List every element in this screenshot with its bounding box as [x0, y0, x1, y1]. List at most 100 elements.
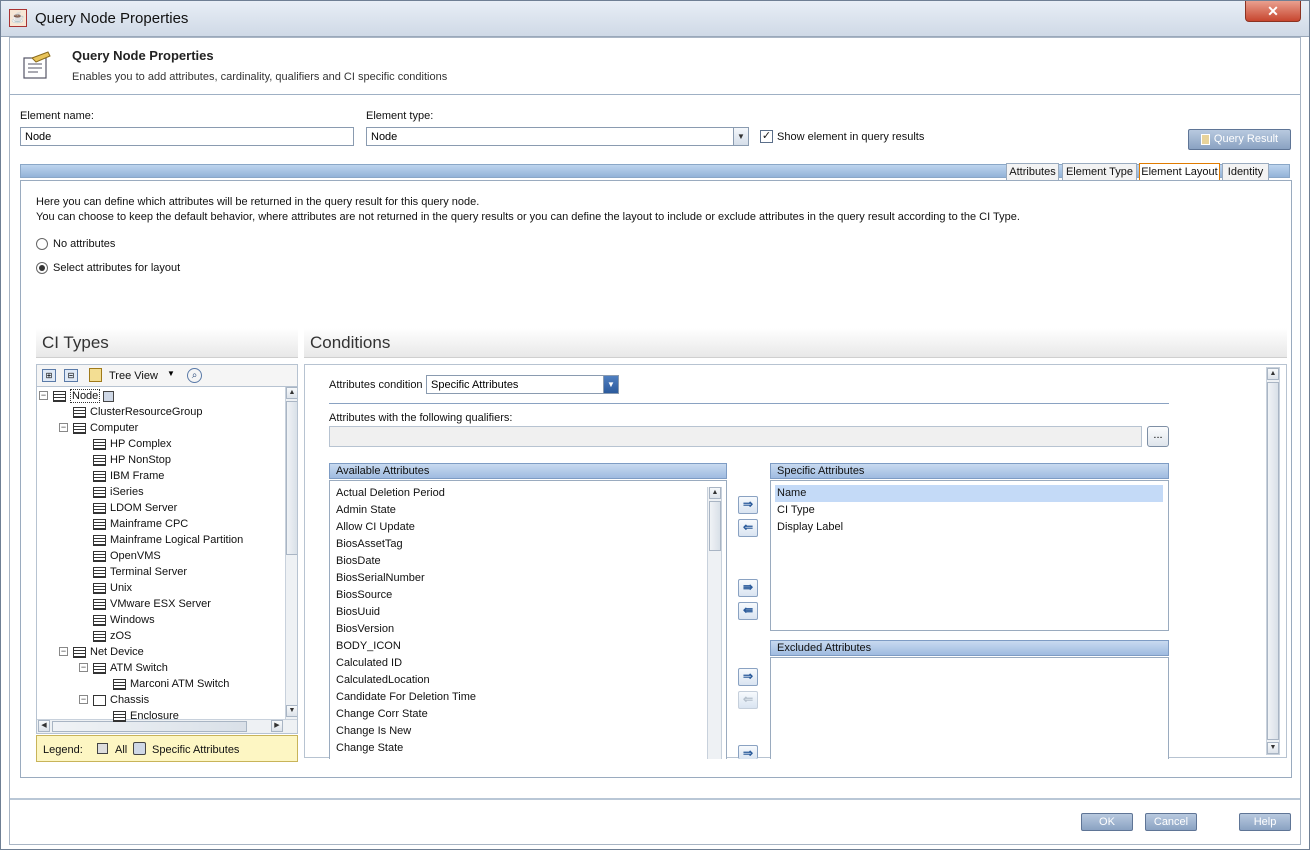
available-attribute-item[interactable]: BiosUuid	[336, 604, 380, 621]
scroll-up-icon[interactable]: ▲	[286, 387, 297, 399]
tree-item[interactable]: zOS	[93, 628, 131, 644]
ci-type-icon	[93, 454, 106, 466]
collapse-all-icon[interactable]: ⊟	[64, 369, 78, 382]
scroll-left-icon[interactable]: ◀	[38, 720, 50, 732]
specific-attribute-item[interactable]: CI Type	[775, 502, 815, 519]
ci-type-icon	[93, 630, 106, 642]
query-result-button[interactable]: Query Result	[1188, 129, 1291, 150]
layout-description-line1: Here you can define which attributes wil…	[36, 196, 480, 208]
tree-item[interactable]: Terminal Server	[93, 564, 187, 580]
no-attributes-radio[interactable]	[36, 238, 48, 250]
close-button[interactable]: ✕	[1245, 1, 1301, 22]
expand-all-icon[interactable]: ⊞	[42, 369, 56, 382]
tree-item[interactable]: iSeries	[93, 484, 144, 500]
available-attribute-item[interactable]: Actual Deletion Period	[336, 485, 445, 502]
tree-item[interactable]: Net Device	[73, 644, 144, 660]
tree-item[interactable]: Marconi ATM Switch	[113, 676, 229, 692]
tab-attributes[interactable]: Attributes	[1006, 163, 1059, 181]
specific-attribute-item[interactable]: Name	[775, 485, 1163, 502]
available-attribute-item[interactable]: BiosVersion	[336, 621, 394, 638]
tree-item[interactable]: HP Complex	[93, 436, 172, 452]
cancel-button[interactable]: Cancel	[1145, 813, 1197, 831]
scroll-down-icon[interactable]: ▼	[1267, 742, 1279, 754]
search-icon[interactable]: ⌕	[187, 368, 202, 383]
conditions-title: Conditions	[304, 328, 1287, 358]
tree-item[interactable]: VMware ESX Server	[93, 596, 211, 612]
scroll-down-icon[interactable]: ▼	[286, 705, 297, 717]
tree-vertical-scrollbar[interactable]: ▲ ▼	[285, 387, 297, 719]
tree-item[interactable]: ATM Switch	[93, 660, 168, 676]
scroll-thumb[interactable]	[286, 401, 297, 555]
attributes-condition-select[interactable]: Specific Attributes ▼	[426, 375, 619, 394]
ok-button[interactable]: OK	[1081, 813, 1133, 831]
add-more-button[interactable]: ⇒	[738, 745, 758, 760]
available-attribute-item[interactable]: CalculatedLocation	[336, 672, 430, 689]
tab-element-type[interactable]: Element Type	[1062, 163, 1137, 181]
tree-expander[interactable]: −	[79, 663, 88, 672]
tab-element-layout[interactable]: Element Layout	[1139, 163, 1220, 181]
available-attribute-item[interactable]: BiosSerialNumber	[336, 570, 425, 587]
available-attribute-item[interactable]: BODY_ICON	[336, 638, 401, 655]
scroll-up-icon[interactable]: ▲	[1267, 368, 1279, 380]
title-bar[interactable]: ☕ Query Node Properties ✕	[1, 1, 1309, 37]
available-attribute-item[interactable]: BiosAssetTag	[336, 536, 403, 553]
conditions-scrollbar[interactable]: ▲ ▼	[1266, 367, 1280, 755]
scroll-right-icon[interactable]: ▶	[271, 720, 283, 732]
add-excluded-button[interactable]: ⇒	[738, 668, 758, 686]
tree-expander[interactable]: −	[59, 423, 68, 432]
ci-type-icon	[113, 710, 126, 722]
available-attribute-item[interactable]: Allow CI Update	[336, 519, 415, 536]
tree-item[interactable]: Mainframe Logical Partition	[93, 532, 243, 548]
tree-item[interactable]: ClusterResourceGroup	[73, 404, 203, 420]
tree-item[interactable]: Node	[53, 388, 115, 404]
scroll-up-icon[interactable]: ▲	[709, 487, 721, 499]
specific-attribute-item[interactable]: Display Label	[775, 519, 843, 536]
tree-item[interactable]: Enclosure	[113, 708, 179, 724]
tree-item[interactable]: OpenVMS	[93, 548, 161, 564]
tree-view-label[interactable]: Tree View	[109, 370, 158, 382]
tree-item[interactable]: Windows	[93, 612, 155, 628]
select-attributes-radio[interactable]	[36, 262, 48, 274]
show-in-results-checkbox[interactable]: ✓	[760, 130, 773, 143]
tree-expander[interactable]: −	[39, 391, 48, 400]
element-type-value: Node	[371, 131, 398, 143]
element-type-select[interactable]: Node ▼	[366, 127, 749, 146]
available-attribute-item[interactable]: BiosDate	[336, 553, 381, 570]
tree-item[interactable]: LDOM Server	[93, 500, 177, 516]
add-all-attributes-button[interactable]: ⇛	[738, 579, 758, 597]
tree-item[interactable]: HP NonStop	[93, 452, 171, 468]
available-attribute-item[interactable]: Admin State	[336, 502, 396, 519]
available-attribute-item[interactable]: Change Corr State	[336, 706, 428, 723]
help-button[interactable]: Help	[1239, 813, 1291, 831]
qualifiers-button[interactable]: ...	[1147, 426, 1169, 447]
qualifiers-field[interactable]	[329, 426, 1142, 447]
available-attribute-item[interactable]: Candidate For Deletion Time	[336, 689, 476, 706]
chevron-down-icon[interactable]: ▼	[603, 376, 618, 393]
tree-item[interactable]: IBM Frame	[93, 468, 164, 484]
tree-item[interactable]: Chassis	[93, 692, 149, 708]
available-scrollbar[interactable]: ▲	[707, 487, 722, 759]
remove-attribute-button[interactable]: ⇐	[738, 519, 758, 537]
available-attribute-item[interactable]: Change State	[336, 740, 403, 757]
tree-item[interactable]: Mainframe CPC	[93, 516, 188, 532]
chevron-down-icon[interactable]: ▼	[733, 128, 748, 145]
header-subtitle: Enables you to add attributes, cardinali…	[72, 71, 448, 83]
available-attribute-item[interactable]: BiosSource	[336, 587, 392, 604]
tree-expander[interactable]: −	[79, 695, 88, 704]
element-name-input[interactable]: Node	[20, 127, 354, 146]
tree-item[interactable]: Computer	[73, 420, 138, 436]
remove-all-attributes-button[interactable]: ⇚	[738, 602, 758, 620]
tree-expander[interactable]: −	[59, 647, 68, 656]
scroll-thumb[interactable]	[709, 501, 721, 551]
tab-identity[interactable]: Identity	[1222, 163, 1269, 181]
scroll-thumb[interactable]	[1267, 382, 1279, 740]
remove-excluded-button[interactable]: ⇐	[738, 691, 758, 709]
add-attribute-button[interactable]: ⇒	[738, 496, 758, 514]
tree-view-icon[interactable]	[89, 368, 102, 382]
tree-view-dropdown-icon[interactable]: ▼	[167, 369, 175, 378]
tree-item[interactable]: Unix	[93, 580, 132, 596]
tree-item-label: Marconi ATM Switch	[130, 678, 230, 690]
available-attribute-item[interactable]: Calculated ID	[336, 655, 402, 672]
available-attribute-item[interactable]: Change Is New	[336, 723, 411, 740]
show-in-results-label: Show element in query results	[777, 131, 925, 143]
